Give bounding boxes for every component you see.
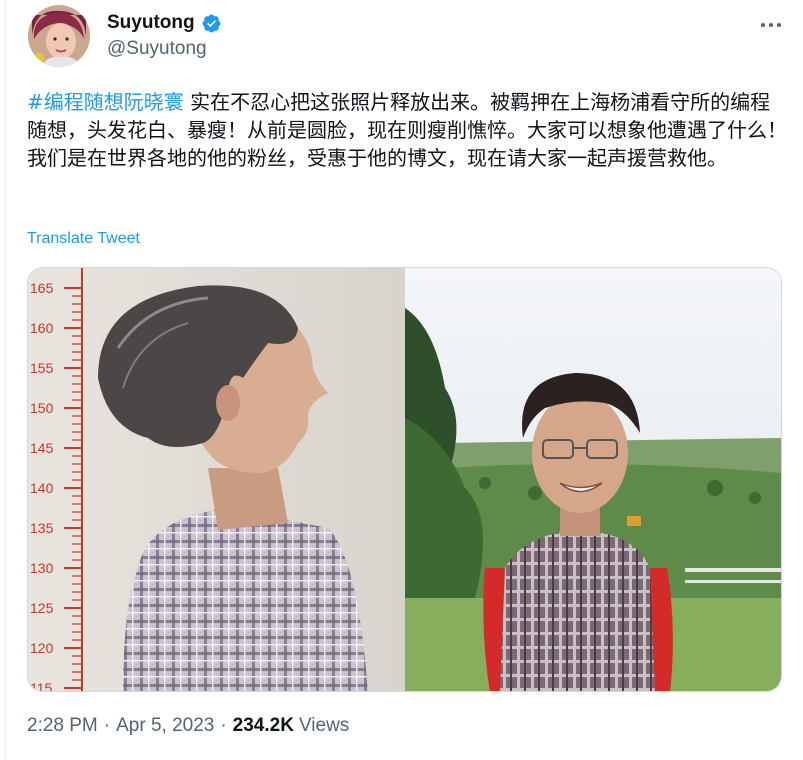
photo-outdoor[interactable] bbox=[405, 268, 781, 691]
tweet-date[interactable]: Apr 5, 2023 bbox=[116, 715, 214, 737]
ruler-tick-label: 160 bbox=[30, 320, 54, 336]
more-options-button[interactable] bbox=[754, 12, 788, 38]
ruler-tick-label: 115 bbox=[30, 680, 53, 692]
ruler-tick-label: 135 bbox=[30, 520, 54, 536]
ruler-tick-label: 145 bbox=[30, 440, 54, 456]
mugshot-photo-image: 165 160 155 150 145 140 135 130 125 120 115 bbox=[28, 268, 405, 692]
ruler-tick-label: 125 bbox=[30, 600, 54, 616]
author-name-row[interactable]: Suyutong bbox=[107, 12, 222, 34]
tweet-text: #编程随想阮晓寰 实在不忍心把这张照片释放出来。被羁押在上海杨浦看守所的编程随想… bbox=[27, 88, 787, 172]
meta-separator: · bbox=[220, 715, 227, 736]
tweet-meta: 2:28 PM · Apr 5, 2023 · 234.2K Views bbox=[27, 715, 349, 737]
outdoor-photo-image bbox=[405, 268, 781, 691]
author-display-name[interactable]: Suyutong bbox=[107, 12, 195, 34]
meta-separator: · bbox=[103, 715, 111, 736]
ruler-tick-label: 165 bbox=[30, 280, 54, 296]
ruler-tick-label: 140 bbox=[30, 480, 54, 496]
ruler-tick-label: 150 bbox=[30, 400, 54, 416]
tweet-time[interactable]: 2:28 PM bbox=[27, 715, 98, 737]
ruler-tick-label: 130 bbox=[30, 560, 54, 576]
hashtag-link[interactable]: #编程随想阮晓寰 bbox=[27, 90, 184, 114]
tweet-card: Suyutong @Suyutong #编程随想阮晓寰 实在不忍心把这张照片释放… bbox=[0, 0, 803, 760]
timeline-rule bbox=[5, 0, 6, 760]
tweet-text-part2: 我们是在世界各地的他的粉丝，受惠于他的博文，现在请大家一起声援营救他。 bbox=[27, 146, 727, 170]
media-grid[interactable]: 165 160 155 150 145 140 135 130 125 120 115 bbox=[27, 267, 782, 692]
ruler-tick-label: 120 bbox=[30, 640, 54, 656]
more-dots-icon bbox=[761, 23, 765, 27]
avatar[interactable] bbox=[28, 5, 90, 67]
translate-tweet-link[interactable]: Translate Tweet bbox=[27, 230, 140, 248]
avatar-image bbox=[28, 5, 90, 67]
photo-mugshot[interactable]: 165 160 155 150 145 140 135 130 125 120 115 bbox=[28, 268, 405, 691]
verified-badge-icon bbox=[202, 14, 221, 32]
views-count: 234.2K bbox=[232, 715, 294, 736]
ruler-tick-label: 155 bbox=[30, 360, 54, 376]
author-handle[interactable]: @Suyutong bbox=[107, 38, 207, 60]
views-label: Views bbox=[298, 715, 350, 736]
